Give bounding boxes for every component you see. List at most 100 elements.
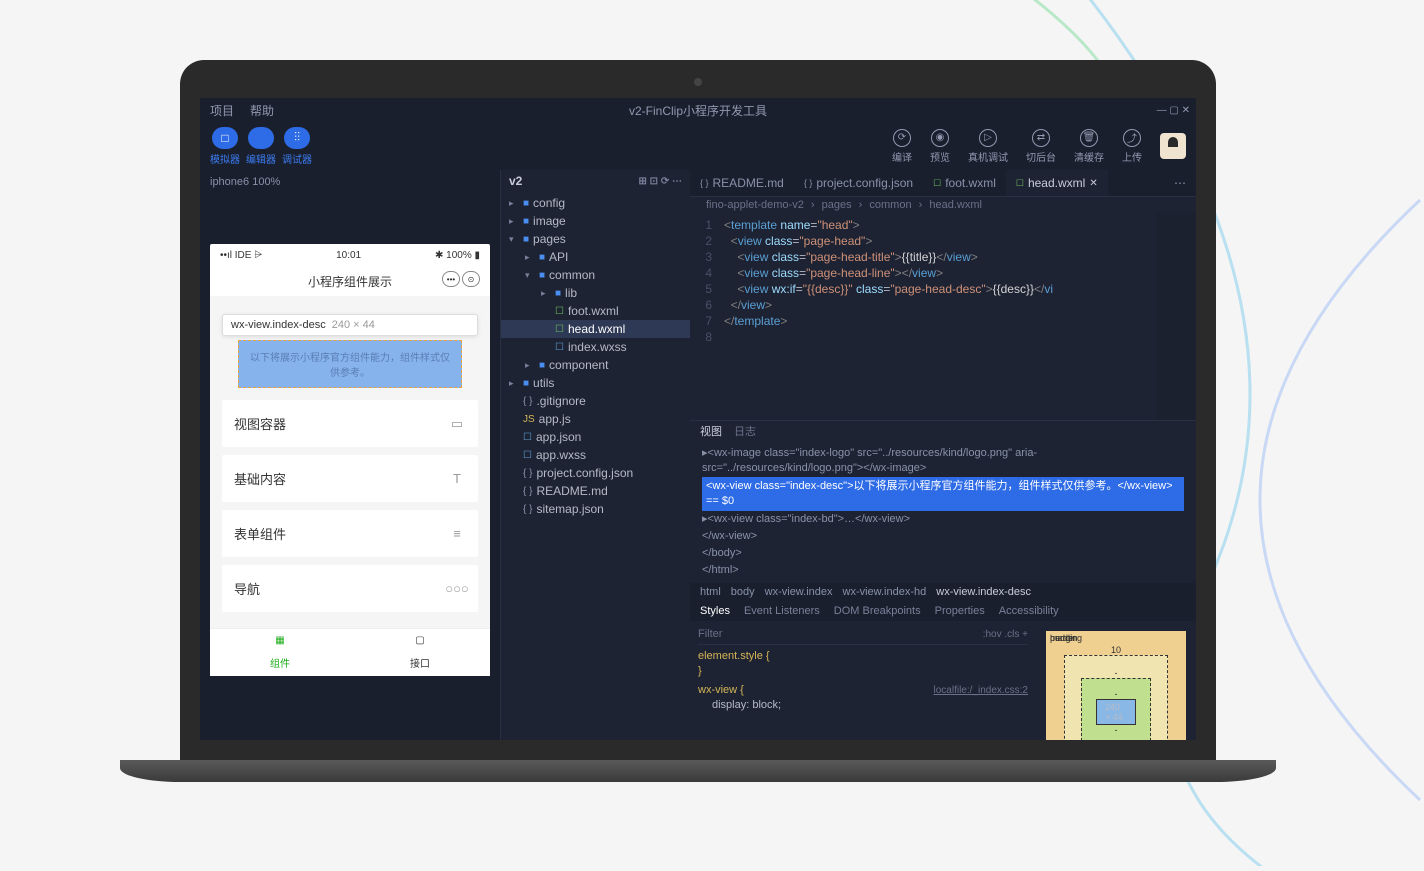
dt-tab2-2[interactable]: DOM Breakpoints	[834, 605, 921, 617]
action-5[interactable]: ⤴上传	[1122, 129, 1142, 164]
dt-tab2-1[interactable]: Event Listeners	[744, 605, 820, 617]
action-3[interactable]: ⇄切后台	[1026, 129, 1056, 164]
crumb-1[interactable]: body	[731, 586, 755, 598]
file-icon: ☐	[523, 432, 532, 443]
action-4[interactable]: 🗑清缓存	[1074, 129, 1104, 164]
highlighted-element[interactable]: 以下将展示小程序官方组件能力，组件样式仅供参考。	[238, 340, 462, 388]
code-editor[interactable]: 1<template name="head">2 <view class="pa…	[690, 213, 1196, 420]
folder-icon: ■	[539, 252, 545, 263]
file-tree-panel: v2 ⊞ ⊡ ⟳ ⋯ ▸■config▸■image▾■pages▸■API▾■…	[500, 170, 690, 740]
file-icon: ☐	[555, 324, 564, 335]
phone-tab-0[interactable]: ▦组件	[210, 629, 350, 676]
menu-item-1[interactable]: 基础内容T	[222, 455, 478, 502]
folder-icon: ■	[523, 216, 529, 227]
tree-item-2[interactable]: ▾■pages	[501, 230, 690, 248]
tree-root[interactable]: v2	[509, 174, 522, 188]
tree-item-5[interactable]: ▸■lib	[501, 284, 690, 302]
dom-breadcrumb[interactable]: html body wx-view.index wx-view.index-hd wx-…	[690, 583, 1196, 601]
tool-0[interactable]: □模拟器	[210, 127, 240, 166]
phone-tab-1[interactable]: ▢接口	[350, 629, 490, 676]
editor-tab-2[interactable]: ☐foot.wxml	[923, 170, 1006, 196]
menu-item-2[interactable]: 表单组件≡	[222, 510, 478, 557]
file-icon: ☐	[555, 342, 564, 353]
tool-1[interactable]: 编辑器	[246, 127, 276, 166]
tree-item-3[interactable]: ▸■API	[501, 248, 690, 266]
menu-item-0[interactable]: 视图容器▭	[222, 400, 478, 447]
dt-tab2-3[interactable]: Properties	[935, 605, 985, 617]
file-icon: ☐	[523, 450, 532, 461]
action-0[interactable]: ⟳编译	[892, 129, 912, 164]
folder-icon: ■	[523, 198, 529, 209]
styles-panel[interactable]: Filter :hov .cls + element.style {}</spa…	[690, 621, 1036, 740]
tree-item-6[interactable]: ☐foot.wxml	[501, 302, 690, 320]
dom-inspector[interactable]: ▸<wx-image class="index-logo" src="../re…	[690, 441, 1196, 583]
folder-icon: ■	[523, 234, 529, 245]
laptop-frame: 项目 帮助 v2-FinClip小程序开发工具 — ▢ ✕ □模拟器编辑器⫶⫶调…	[180, 60, 1216, 780]
box-model: margin10 border- padding- 240 × 44 - - -	[1036, 621, 1196, 740]
app-title: 小程序组件展示	[308, 273, 392, 290]
window-controls[interactable]: — ▢ ✕	[1157, 105, 1190, 116]
menubar: 项目 帮助 v2-FinClip小程序开发工具 — ▢ ✕	[200, 98, 1196, 122]
tree-item-9[interactable]: ▸■component	[501, 356, 690, 374]
tree-item-12[interactable]: JSapp.js	[501, 410, 690, 428]
phone-preview: ••ıl IDE ⩥ 10:01 ✱ 100% ▮ 小程序组件展示 ••• ⊙	[210, 244, 490, 676]
tree-item-16[interactable]: { }README.md	[501, 482, 690, 500]
tree-actions[interactable]: ⊞ ⊡ ⟳ ⋯	[639, 176, 682, 187]
simulator-panel: iphone6 100% ••ıl IDE ⩥ 10:01 ✱ 100% ▮ 小…	[200, 170, 500, 740]
crumb-0[interactable]: html	[700, 586, 721, 598]
capsule-close[interactable]: ⊙	[462, 271, 480, 287]
tree-item-1[interactable]: ▸■image	[501, 212, 690, 230]
action-2[interactable]: ▷真机调试	[968, 129, 1008, 164]
tree-item-14[interactable]: ☐app.wxss	[501, 446, 690, 464]
status-battery: ✱ 100% ▮	[435, 250, 480, 261]
editor-tab-3[interactable]: ☐head.wxml✕	[1006, 170, 1108, 196]
ide-screen: 项目 帮助 v2-FinClip小程序开发工具 — ▢ ✕ □模拟器编辑器⫶⫶调…	[200, 98, 1196, 740]
folder-icon: ■	[539, 360, 545, 371]
status-signal: ••ıl IDE ⩥	[220, 250, 262, 261]
menu-item-3[interactable]: 导航○○○	[222, 565, 478, 612]
tree-item-15[interactable]: { }project.config.json	[501, 464, 690, 482]
breadcrumb[interactable]: fino-applet-demo-v2 › pages › common › h…	[690, 197, 1196, 213]
capsule-menu[interactable]: •••	[442, 271, 460, 287]
editor-tab-0[interactable]: { }README.md	[690, 170, 794, 196]
tree-item-10[interactable]: ▸■utils	[501, 374, 690, 392]
tool-2[interactable]: ⫶⫶调试器	[282, 127, 312, 166]
file-icon: { }	[523, 486, 532, 497]
tree-item-0[interactable]: ▸■config	[501, 194, 690, 212]
minimap[interactable]	[1156, 213, 1196, 420]
file-icon: { }	[523, 468, 532, 479]
crumb-2[interactable]: wx-view.index	[765, 586, 833, 598]
inspect-tooltip: wx-view.index-desc240 × 44	[222, 314, 478, 336]
styles-filter-opts[interactable]: :hov .cls +	[983, 627, 1028, 642]
tree-item-11[interactable]: { }.gitignore	[501, 392, 690, 410]
menu-help[interactable]: 帮助	[250, 102, 274, 119]
close-icon[interactable]: ✕	[1089, 178, 1097, 189]
dt-tab2-0[interactable]: Styles	[700, 605, 730, 617]
file-icon: { }	[523, 504, 532, 515]
folder-icon: ■	[523, 378, 529, 389]
device-info: iphone6 100%	[210, 176, 490, 188]
file-icon: { }	[523, 396, 532, 407]
tree-item-8[interactable]: ☐index.wxss	[501, 338, 690, 356]
avatar[interactable]	[1160, 133, 1186, 159]
crumb-3[interactable]: wx-view.index-hd	[843, 586, 927, 598]
editor-tab-1[interactable]: { }project.config.json	[794, 170, 923, 196]
window-title: v2-FinClip小程序开发工具	[629, 102, 767, 119]
dt-tab-log[interactable]: 日志	[734, 423, 756, 439]
tree-item-17[interactable]: { }sitemap.json	[501, 500, 690, 518]
tree-item-7[interactable]: ☐head.wxml	[501, 320, 690, 338]
action-1[interactable]: ◉预览	[930, 129, 950, 164]
folder-icon: ■	[555, 288, 561, 299]
tree-item-4[interactable]: ▾■common	[501, 266, 690, 284]
dt-tab-view[interactable]: 视图	[700, 423, 722, 439]
devtools: 视图 日志 ▸<wx-image class="index-logo" src=…	[690, 420, 1196, 740]
crumb-4[interactable]: wx-view.index-desc	[936, 586, 1031, 598]
folder-icon: ■	[539, 270, 545, 281]
dt-tab2-4[interactable]: Accessibility	[999, 605, 1059, 617]
tree-item-13[interactable]: ☐app.json	[501, 428, 690, 446]
styles-filter[interactable]: Filter	[698, 627, 722, 642]
file-icon: ☐	[555, 306, 564, 317]
menu-project[interactable]: 项目	[210, 102, 234, 119]
tabs-more[interactable]: ⋯	[1164, 170, 1196, 196]
toolbar: □模拟器编辑器⫶⫶调试器 ⟳编译 ◉预览 ▷真机调试 ⇄切后台 🗑清缓存 ⤴上传	[200, 122, 1196, 170]
